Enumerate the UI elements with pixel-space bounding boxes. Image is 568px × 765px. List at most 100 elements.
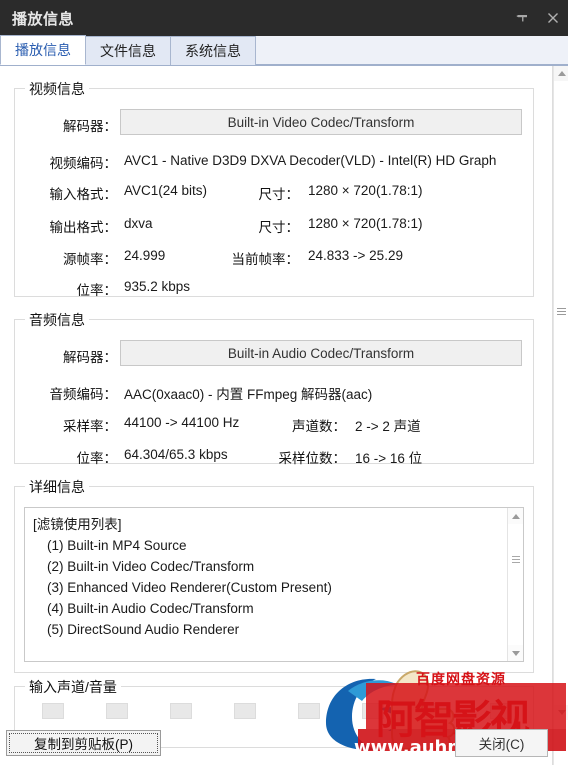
video-bitrate-label: 位率： bbox=[76, 283, 118, 298]
video-bitrate-value-row: 935.2 kbps bbox=[124, 279, 190, 294]
audio-bitdepth-value-row: 16 -> 16 位 bbox=[355, 447, 422, 467]
video-input-size-value: 1280 × 720(1.78:1) bbox=[308, 183, 423, 198]
close-button[interactable]: 关闭(C) bbox=[455, 729, 548, 757]
input-channel-volume-legend: 输入声道/音量 bbox=[25, 677, 121, 697]
video-source-fps-label-row: 源帧率： bbox=[22, 248, 117, 268]
copy-to-clipboard-button[interactable]: 复制到剪贴板(P) bbox=[6, 730, 161, 756]
filter-list-scrollbar[interactable] bbox=[507, 508, 523, 661]
video-output-size-label-row: 尺寸： bbox=[243, 216, 300, 236]
video-input-format-label: 输入格式： bbox=[49, 187, 118, 202]
scroll-down-icon[interactable] bbox=[554, 705, 568, 720]
audio-codec-value: AAC(0xaac0) - 内置 FFmpeg 解码器(aac) bbox=[124, 387, 373, 402]
content-pane: 视频信息 解码器： Built-in Video Codec/Transform… bbox=[0, 66, 553, 765]
list-item: (2) Built-in Video Codec/Transform bbox=[47, 559, 255, 574]
filter-list-box[interactable]: [滤镜使用列表] (1) Built-in MP4 Source (2) Bui… bbox=[24, 507, 524, 662]
tab-label: 播放信息 bbox=[15, 42, 71, 58]
video-codec-label: 视频编码： bbox=[49, 156, 118, 171]
video-codec-value: AVC1 - Native D3D9 DXVA Decoder(VLD) - I… bbox=[124, 153, 497, 168]
video-output-size-label: 尺寸： bbox=[258, 220, 300, 235]
audio-bitdepth-label-row: 采样位数： bbox=[262, 447, 347, 467]
tab-label: 系统信息 bbox=[185, 43, 241, 59]
audio-decoder-label: 解码器： bbox=[63, 350, 117, 365]
scrollbar-thumb[interactable] bbox=[508, 524, 523, 594]
audio-bitrate-value: 64.304/65.3 kbps bbox=[124, 447, 228, 462]
video-source-fps-value-row: 24.999 bbox=[124, 248, 165, 263]
video-output-format-label-row: 输出格式： bbox=[22, 216, 118, 236]
window-scrollbar[interactable] bbox=[553, 66, 568, 765]
audio-bitdepth-label: 采样位数： bbox=[278, 451, 347, 466]
meter-segment bbox=[42, 703, 64, 719]
video-current-fps-label-row: 当前帧率： bbox=[215, 248, 300, 268]
tab-playback-info[interactable]: 播放信息 bbox=[0, 35, 86, 65]
close-icon[interactable] bbox=[538, 0, 568, 36]
video-output-format-label: 输出格式： bbox=[49, 220, 118, 235]
pin-icon[interactable] bbox=[508, 0, 538, 36]
title-bar: 播放信息 bbox=[0, 0, 568, 36]
audio-samplerate-label-row: 采样率： bbox=[22, 415, 117, 435]
video-input-format-value-row: AVC1(24 bits) bbox=[124, 183, 207, 198]
focus-ring bbox=[9, 733, 158, 753]
list-item: [滤镜使用列表] bbox=[33, 517, 122, 532]
audio-decoder-value: Built-in Audio Codec/Transform bbox=[227, 345, 415, 361]
audio-bitrate-label-row: 位率： bbox=[22, 447, 118, 467]
audio-channels-value-row: 2 -> 2 声道 bbox=[355, 415, 421, 435]
tab-label: 文件信息 bbox=[100, 43, 156, 59]
video-output-size-value-row: 1280 × 720(1.78:1) bbox=[308, 216, 422, 231]
video-codec-value-row: AVC1 - Native D3D9 DXVA Decoder(VLD) - I… bbox=[124, 152, 534, 170]
meter-segment bbox=[426, 703, 448, 719]
scrollbar-thumb[interactable] bbox=[554, 251, 568, 371]
video-decoder-value: Built-in Video Codec/Transform bbox=[227, 114, 415, 130]
meter-segment bbox=[490, 703, 512, 719]
audio-samplerate-value: 44100 -> 44100 Hz bbox=[124, 415, 240, 430]
video-output-format-value: dxva bbox=[124, 216, 153, 231]
detail-info-legend: 详细信息 bbox=[25, 477, 89, 497]
list-item: (1) Built-in MP4 Source bbox=[47, 538, 187, 553]
audio-decoder-button[interactable]: Built-in Audio Codec/Transform bbox=[120, 340, 522, 366]
audio-channels-label-row: 声道数： bbox=[262, 415, 346, 435]
list-item: (4) Built-in Audio Codec/Transform bbox=[47, 601, 254, 616]
scroll-up-icon[interactable] bbox=[508, 508, 523, 524]
meter-segment bbox=[362, 703, 384, 719]
tab-strip: 播放信息 文件信息 系统信息 bbox=[0, 35, 568, 66]
list-item: (5) DirectSound Audio Renderer bbox=[47, 622, 240, 637]
tab-system-info[interactable]: 系统信息 bbox=[170, 36, 256, 65]
tab-file-info[interactable]: 文件信息 bbox=[85, 36, 171, 65]
meter-segment bbox=[170, 703, 192, 719]
audio-codec-value-row: AAC(0xaac0) - 内置 FFmpeg 解码器(aac) bbox=[124, 383, 372, 403]
video-source-fps-value: 24.999 bbox=[124, 248, 166, 263]
video-codec-label-row: 视频编码： bbox=[22, 152, 118, 172]
meter-segment bbox=[234, 703, 256, 719]
video-input-format-label-row: 输入格式： bbox=[22, 183, 118, 203]
video-bitrate-value: 935.2 kbps bbox=[124, 279, 191, 294]
audio-codec-label: 音频编码： bbox=[49, 387, 118, 402]
video-decoder-label: 解码器： bbox=[63, 119, 117, 134]
video-input-size-label: 尺寸： bbox=[258, 187, 300, 202]
video-current-fps-value-row: 24.833 -> 25.29 bbox=[308, 248, 403, 263]
video-info-legend: 视频信息 bbox=[25, 79, 89, 99]
list-item: (3) Enhanced Video Renderer(Custom Prese… bbox=[47, 580, 332, 595]
video-output-format-value-row: dxva bbox=[124, 216, 153, 231]
video-source-fps-label: 源帧率： bbox=[63, 252, 117, 267]
video-input-size-label-row: 尺寸： bbox=[243, 183, 300, 203]
audio-channels-label: 声道数： bbox=[292, 419, 346, 434]
video-input-format-value: AVC1(24 bits) bbox=[124, 183, 208, 198]
filter-list-content: [滤镜使用列表] (1) Built-in MP4 Source (2) Bui… bbox=[25, 508, 507, 661]
audio-channels-value: 2 -> 2 声道 bbox=[355, 419, 421, 434]
meter-segment bbox=[298, 703, 320, 719]
scroll-down-icon[interactable] bbox=[508, 645, 523, 661]
scrollbar-track[interactable] bbox=[554, 81, 568, 666]
video-current-fps-value: 24.833 -> 25.29 bbox=[308, 248, 403, 263]
video-bitrate-label-row: 位率： bbox=[22, 279, 118, 299]
audio-bitdepth-value: 16 -> 16 位 bbox=[355, 451, 423, 466]
video-output-size-value: 1280 × 720(1.78:1) bbox=[308, 216, 423, 231]
window-title: 播放信息 bbox=[12, 10, 75, 28]
audio-bitrate-value-row: 64.304/65.3 kbps bbox=[124, 447, 228, 462]
video-input-size-value-row: 1280 × 720(1.78:1) bbox=[308, 183, 422, 198]
meter-segment bbox=[106, 703, 128, 719]
video-decoder-button[interactable]: Built-in Video Codec/Transform bbox=[120, 109, 522, 135]
audio-samplerate-label: 采样率： bbox=[63, 419, 117, 434]
tab-strip-filler bbox=[255, 36, 568, 65]
scroll-up-icon[interactable] bbox=[554, 66, 568, 81]
audio-decoder-label-row: 解码器： bbox=[32, 346, 117, 366]
playback-info-window: 播放信息 播放信息 文件信息 系统信息 视频信息 解码器： Built-in V… bbox=[0, 0, 568, 765]
